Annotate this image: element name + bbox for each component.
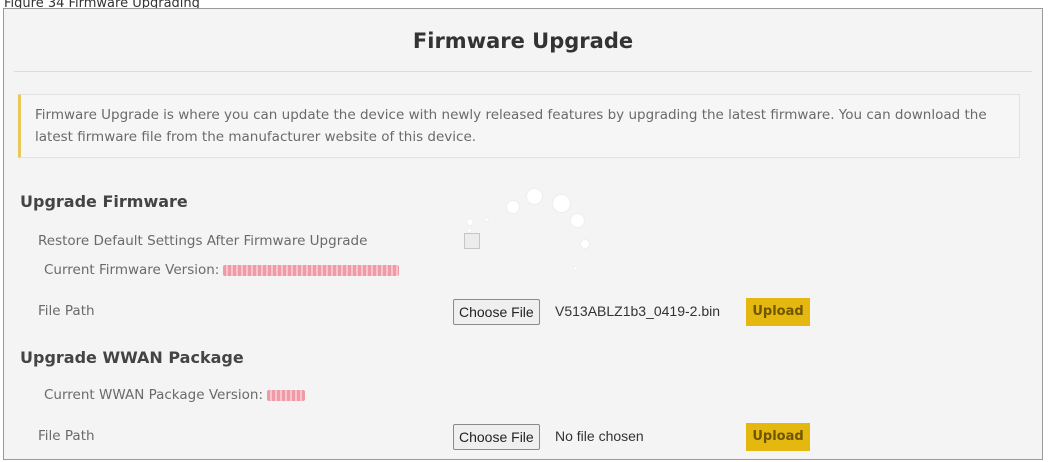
upgrade-firmware-heading: Upgrade Firmware [20,192,188,211]
wwan-upload-button[interactable]: Upload [746,423,810,451]
firmware-upload-button[interactable]: Upload [746,298,810,326]
page-title: Firmware Upgrade [412,29,634,53]
wwan-choose-file-button[interactable]: Choose File [453,424,540,450]
wwan-file-name: No file chosen [555,428,644,444]
restore-defaults-checkbox[interactable] [464,233,480,249]
firmware-upgrade-panel: Firmware Upgrade Firmware Upgrade is whe… [3,8,1043,460]
current-wwan-version-label: Current WWAN Package Version: [44,387,264,403]
firmware-choose-file-button[interactable]: Choose File [453,299,540,325]
firmware-file-path-label: File Path [38,303,95,319]
page-description: Firmware Upgrade is where you can update… [18,94,1020,158]
restore-defaults-label: Restore Default Settings After Firmware … [38,233,368,249]
title-divider [14,71,1032,72]
current-firmware-version-label: Current Firmware Version: [44,262,220,278]
firmware-version-value-redacted [223,264,400,276]
wwan-file-path-label: File Path [38,428,95,444]
current-wwan-version: Current WWAN Package Version: [44,387,306,403]
wwan-version-value-redacted [267,389,306,401]
current-firmware-version: Current Firmware Version: [44,262,400,278]
firmware-file-name: V513ABLZ1b3_0419-2.bin [555,303,721,319]
upgrade-wwan-heading: Upgrade WWAN Package [20,348,244,367]
